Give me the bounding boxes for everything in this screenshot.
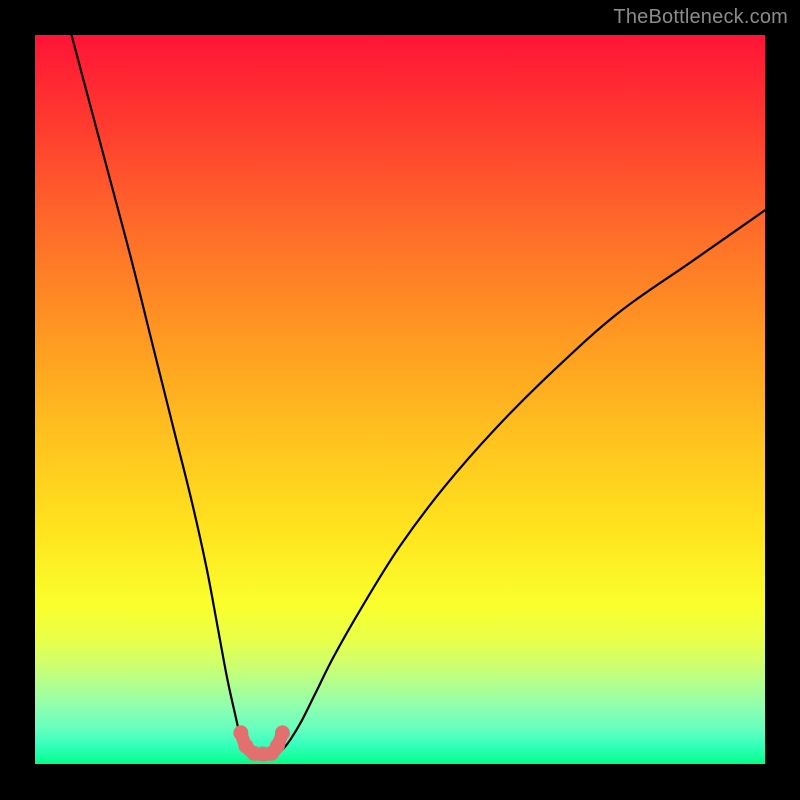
chart-frame: TheBottleneck.com <box>0 0 800 800</box>
gradient-plot-area <box>35 35 765 765</box>
watermark-text: TheBottleneck.com <box>613 6 788 29</box>
